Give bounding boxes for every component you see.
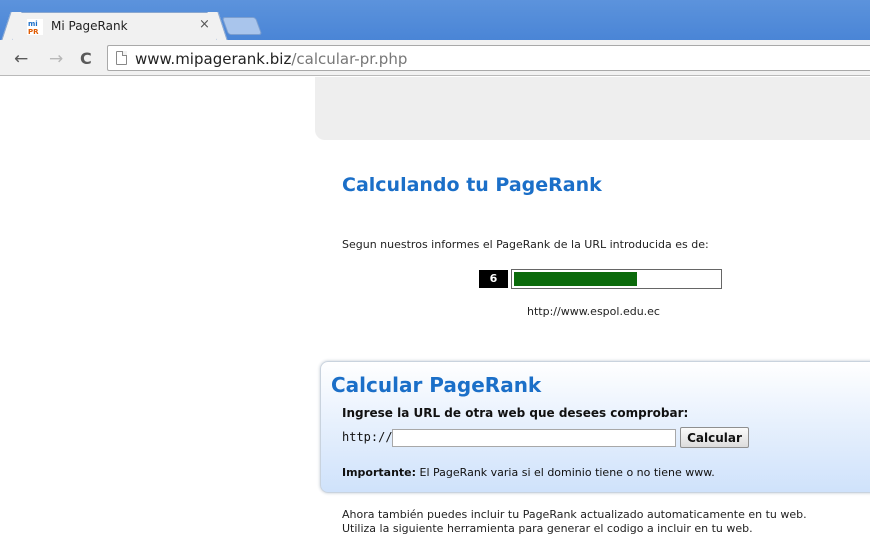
result-heading: Calculando tu PageRank: [342, 174, 602, 196]
note-strong: Importante:: [342, 466, 417, 479]
note-text: El PageRank varia si el dominio tiene o …: [416, 466, 715, 479]
browser-titlebar: mi PR Mi PageRank ×: [0, 0, 870, 40]
pagerank-bar-fill: [514, 272, 637, 286]
tab-title: Mi PageRank: [51, 19, 128, 33]
url-path: /calcular-pr.php: [291, 50, 408, 68]
pagerank-value-badge: 6: [479, 270, 508, 288]
page-icon: [116, 51, 127, 65]
mipagerank-favicon-icon: mi PR: [27, 19, 43, 35]
address-bar[interactable]: www.mipagerank.biz/calcular-pr.php: [107, 45, 870, 71]
calcular-button[interactable]: Calcular: [680, 427, 749, 448]
footer-line-2: Utiliza la siguiente herramienta para ge…: [342, 522, 753, 535]
browser-tab[interactable]: mi PR Mi PageRank ×: [12, 12, 217, 40]
svg-text:PR: PR: [28, 28, 39, 35]
url-input[interactable]: [392, 429, 676, 447]
calculator-label: Ingrese la URL de otra web que desees co…: [342, 406, 689, 420]
url-domain: www.mipagerank.biz: [135, 50, 292, 68]
calculator-title: Calcular PageRank: [331, 373, 542, 397]
header-panel: [315, 77, 870, 140]
reload-icon[interactable]: C: [80, 49, 92, 68]
footer-text: Ahora también puedes incluir tu PageRank…: [342, 508, 807, 536]
result-report-text: Segun nuestros informes el PageRank de l…: [342, 238, 709, 251]
pagerank-bar: [511, 269, 722, 289]
new-tab-button[interactable]: [221, 17, 263, 35]
svg-text:mi: mi: [28, 20, 38, 28]
forward-arrow-icon[interactable]: →: [49, 49, 63, 69]
browser-toolbar: ← → C www.mipagerank.biz/calcular-pr.php: [0, 40, 870, 76]
http-prefix: http://: [342, 430, 393, 444]
footer-line-1: Ahora también puedes incluir tu PageRank…: [342, 508, 807, 521]
important-note: Importante: El PageRank varia si el domi…: [342, 466, 715, 479]
back-arrow-icon[interactable]: ←: [14, 49, 28, 69]
tab-close-icon[interactable]: ×: [199, 17, 210, 32]
address-url[interactable]: www.mipagerank.biz/calcular-pr.php: [135, 50, 407, 68]
checked-url: http://www.espol.edu.ec: [527, 305, 660, 318]
